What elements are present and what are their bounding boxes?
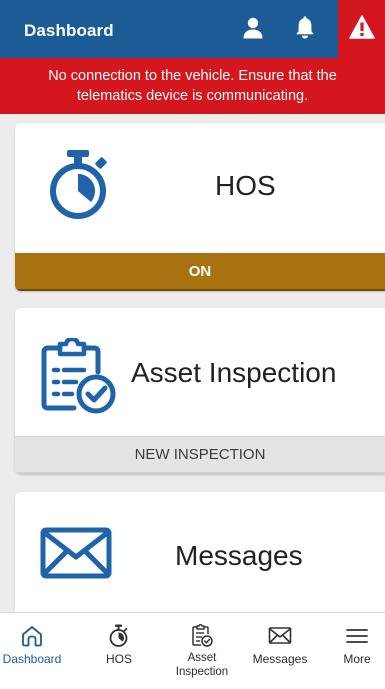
envelope-icon — [265, 623, 295, 649]
nav-label-hos: HOS — [105, 652, 132, 666]
page-title: Dashboard — [24, 21, 114, 40]
clipboard-check-icon — [37, 338, 119, 416]
hos-card-title: HOS — [215, 170, 276, 201]
messages-card[interactable]: Messages — [15, 492, 385, 632]
top-app-bar: Dashboard — [0, 0, 385, 58]
clipboard-check-icon — [187, 623, 217, 649]
nav-item-messages[interactable]: Messages — [242, 613, 318, 689]
nav-label-more: More — [343, 652, 371, 666]
app-screen: Dashboard No connection to the vehicle. … — [0, 0, 385, 689]
hos-status-button[interactable]: ON — [15, 253, 385, 291]
connection-warning-text: No connection to the vehicle. Ensure tha… — [48, 68, 337, 104]
bottom-navigation: Dashboard HOS Asset Inspection Messages … — [0, 612, 385, 689]
nav-item-asset-inspection[interactable]: Asset Inspection — [166, 613, 238, 689]
messages-card-title: Messages — [175, 540, 303, 571]
stopwatch-icon — [104, 623, 134, 649]
alert-icon — [348, 14, 375, 44]
envelope-icon — [39, 526, 113, 580]
new-inspection-button[interactable]: NEW INSPECTION — [15, 436, 385, 474]
hos-card[interactable]: HOS ON — [15, 123, 385, 291]
asset-inspection-card[interactable]: Asset Inspection NEW INSPECTION — [15, 308, 385, 474]
nav-label-dashboard: Dashboard — [2, 652, 62, 666]
home-icon — [17, 623, 47, 649]
connection-warning-banner: No connection to the vehicle. Ensure tha… — [0, 58, 385, 114]
alert-button[interactable] — [338, 0, 385, 58]
bell-icon[interactable] — [290, 13, 320, 43]
nav-label-messages: Messages — [252, 652, 308, 666]
asset-inspection-card-title: Asset Inspection — [131, 357, 337, 388]
user-icon[interactable] — [238, 13, 268, 43]
nav-label-asset-inspection: Asset Inspection — [175, 652, 229, 678]
nav-item-hos[interactable]: HOS — [96, 613, 142, 689]
menu-icon — [342, 623, 372, 649]
nav-item-dashboard[interactable]: Dashboard — [2, 613, 62, 689]
stopwatch-icon — [45, 147, 115, 223]
nav-item-more[interactable]: More — [334, 613, 380, 689]
